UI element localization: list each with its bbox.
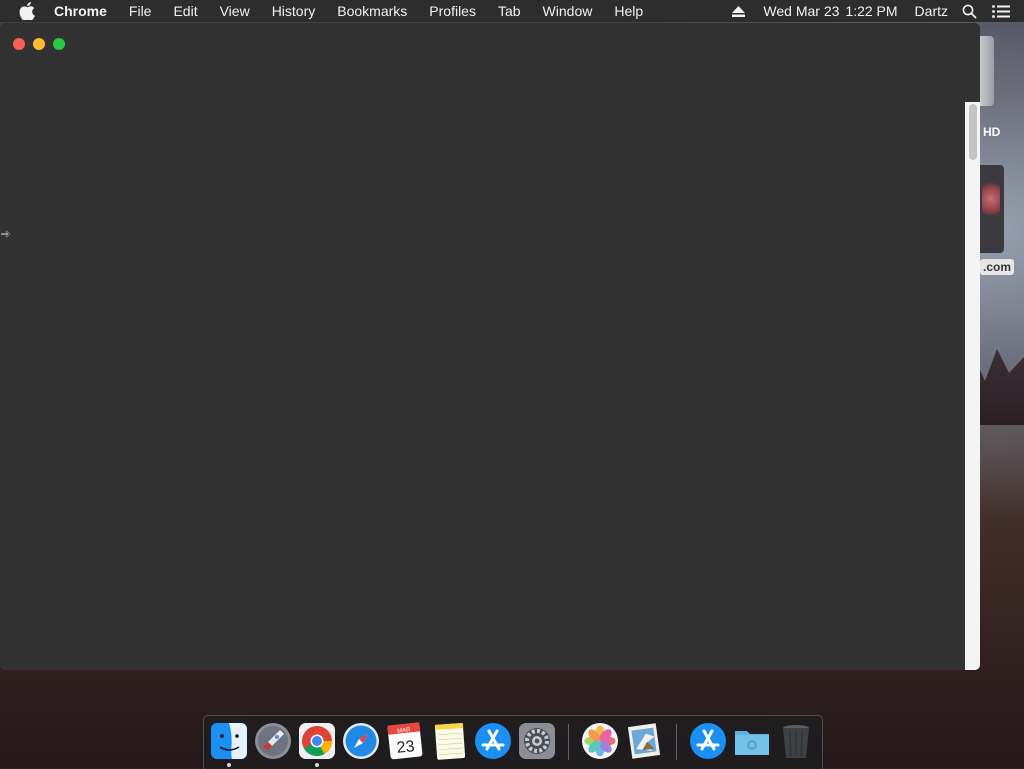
- menu-file[interactable]: File: [129, 3, 152, 19]
- maximize-window-button[interactable]: [53, 38, 65, 50]
- minimize-window-button[interactable]: [33, 38, 45, 50]
- vertical-scrollbar[interactable]: [965, 102, 980, 670]
- calendar-day-text: 23: [396, 738, 416, 757]
- scrollbar-thumb[interactable]: [969, 104, 977, 160]
- menu-profiles[interactable]: Profiles: [429, 3, 476, 19]
- menu-app-name[interactable]: Chrome: [54, 3, 107, 19]
- safari-icon[interactable]: [342, 722, 380, 760]
- finder-icon[interactable]: [210, 722, 248, 760]
- menu-view[interactable]: View: [220, 3, 250, 19]
- menu-bar: Chrome File Edit View History Bookmarks …: [0, 0, 1024, 22]
- calendar-icon[interactable]: MAR 23: [386, 722, 424, 760]
- user-name[interactable]: Dartz: [915, 3, 948, 19]
- menu-window[interactable]: Window: [543, 3, 593, 19]
- spotlight-search-icon[interactable]: [962, 4, 977, 19]
- eject-icon[interactable]: [732, 5, 746, 17]
- clock-date[interactable]: Wed Mar 23: [763, 3, 839, 19]
- close-window-button[interactable]: [13, 38, 25, 50]
- menu-help[interactable]: Help: [614, 3, 643, 19]
- app-store-downloads-icon[interactable]: [689, 722, 727, 760]
- dock-separator: [568, 724, 569, 760]
- trash-icon[interactable]: [777, 722, 815, 760]
- launchpad-icon[interactable]: [254, 722, 292, 760]
- status-area: Wed Mar 23 1:22 PM Dartz: [732, 0, 1024, 22]
- desktop-file-label: .com: [980, 259, 1015, 275]
- system-preferences-icon[interactable]: [518, 722, 556, 760]
- chrome-icon[interactable]: [298, 722, 336, 760]
- dock-separator-2: [676, 724, 677, 760]
- menu-tab[interactable]: Tab: [498, 3, 521, 19]
- desktop-file-icon[interactable]: [980, 165, 1004, 253]
- menu-history[interactable]: History: [272, 3, 316, 19]
- dock: MAR 23: [203, 715, 823, 769]
- notes-icon[interactable]: [430, 722, 468, 760]
- menu-edit[interactable]: Edit: [173, 3, 197, 19]
- apple-menu-icon[interactable]: [19, 2, 37, 20]
- finder-running-indicator: [227, 763, 231, 767]
- chrome-running-indicator: [315, 763, 319, 767]
- folder-icon[interactable]: [733, 722, 771, 760]
- mail-icon[interactable]: [625, 722, 663, 760]
- menu-bookmarks[interactable]: Bookmarks: [337, 3, 407, 19]
- hard-drive-label: HD: [983, 125, 1001, 139]
- chrome-window[interactable]: [0, 23, 980, 670]
- notification-center-icon[interactable]: [992, 4, 1010, 18]
- resize-cursor-icon: [0, 227, 12, 245]
- app-store-icon[interactable]: [474, 722, 512, 760]
- clock-time[interactable]: 1:22 PM: [845, 3, 897, 19]
- photos-icon[interactable]: [581, 722, 619, 760]
- hard-drive-icon[interactable]: [980, 36, 994, 106]
